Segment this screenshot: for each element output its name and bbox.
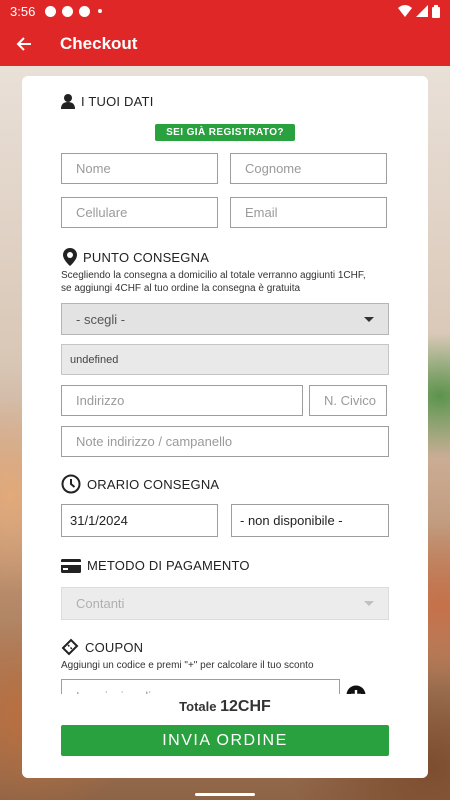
zone-field: undefined (61, 344, 389, 375)
checkout-form-card: I TUOI DATI SEI GIÀ REGISTRATO? Nome Cog… (22, 76, 428, 778)
order-total: Totale 12CHF (22, 698, 428, 716)
section-coupon: COUPON (61, 638, 143, 656)
notification-icon (62, 5, 74, 17)
status-bar: 3:56 (0, 0, 450, 22)
delivery-point-select[interactable]: - scegli - (61, 303, 389, 335)
status-time: 3:56 (10, 3, 36, 19)
delivery-date-input[interactable]: 31/1/2024 (61, 504, 218, 537)
clock-icon (61, 474, 81, 494)
back-button[interactable] (2, 22, 46, 66)
delivery-time-select[interactable]: - non disponibile - (231, 504, 389, 537)
more-notifications-icon (98, 9, 103, 13)
user-icon (61, 94, 75, 109)
notification-icon (45, 5, 57, 17)
email-input[interactable]: Email (230, 197, 387, 228)
phone-input[interactable]: Cellulare (61, 197, 218, 228)
arrow-left-icon (16, 37, 31, 51)
credit-card-icon (61, 558, 81, 573)
chevron-down-icon (364, 316, 374, 322)
address-input[interactable]: Indirizzo (61, 385, 303, 416)
section-title: I TUOI DATI (81, 94, 154, 109)
total-label: Totale (179, 699, 217, 714)
section-dati: I TUOI DATI (61, 94, 154, 109)
select-value: - scegli - (76, 311, 126, 327)
submit-order-button[interactable]: INVIA ORDINE (61, 725, 389, 756)
coupon-note: Aggiungi un codice e premi "+" per calco… (61, 660, 314, 671)
section-title: ORARIO CONSEGNA (87, 476, 220, 492)
payment-method-select[interactable]: Contanti (61, 587, 389, 620)
delivery-note: Scegliendo la consegna a domicilio al to… (61, 269, 366, 295)
house-number-input[interactable]: N. Civico (309, 385, 387, 416)
delivery-note-line: se aggiungi 4CHF al tuo ordine la conseg… (61, 283, 301, 294)
address-notes-input[interactable]: Note indirizzo / campanello (61, 426, 389, 457)
section-title: METODO DI PAGAMENTO (87, 558, 250, 573)
section-pagamento: METODO DI PAGAMENTO (61, 558, 250, 573)
battery-icon (432, 4, 440, 18)
gesture-nav-handle[interactable] (195, 793, 255, 796)
total-amount: 12CHF (220, 698, 271, 715)
chevron-down-icon (364, 601, 374, 606)
section-title: COUPON (85, 639, 144, 655)
app-bar: Checkout (0, 22, 450, 66)
notification-icon (79, 5, 91, 17)
surname-input[interactable]: Cognome (230, 153, 387, 184)
page-title: Checkout (60, 34, 138, 53)
already-registered-button[interactable]: SEI GIÀ REGISTRATO? (155, 124, 295, 141)
coupon-ticket-icon (61, 638, 79, 656)
signal-icon (416, 5, 428, 17)
section-orario: ORARIO CONSEGNA (61, 474, 219, 494)
delivery-note-line: Scegliendo la consegna a domicilio al to… (61, 270, 366, 281)
section-consegna: PUNTO CONSEGNA (63, 248, 209, 266)
section-title: PUNTO CONSEGNA (83, 249, 210, 265)
location-pin-icon (63, 248, 77, 266)
wifi-icon (398, 5, 412, 17)
name-input[interactable]: Nome (61, 153, 218, 184)
select-value: Contanti (76, 596, 125, 611)
